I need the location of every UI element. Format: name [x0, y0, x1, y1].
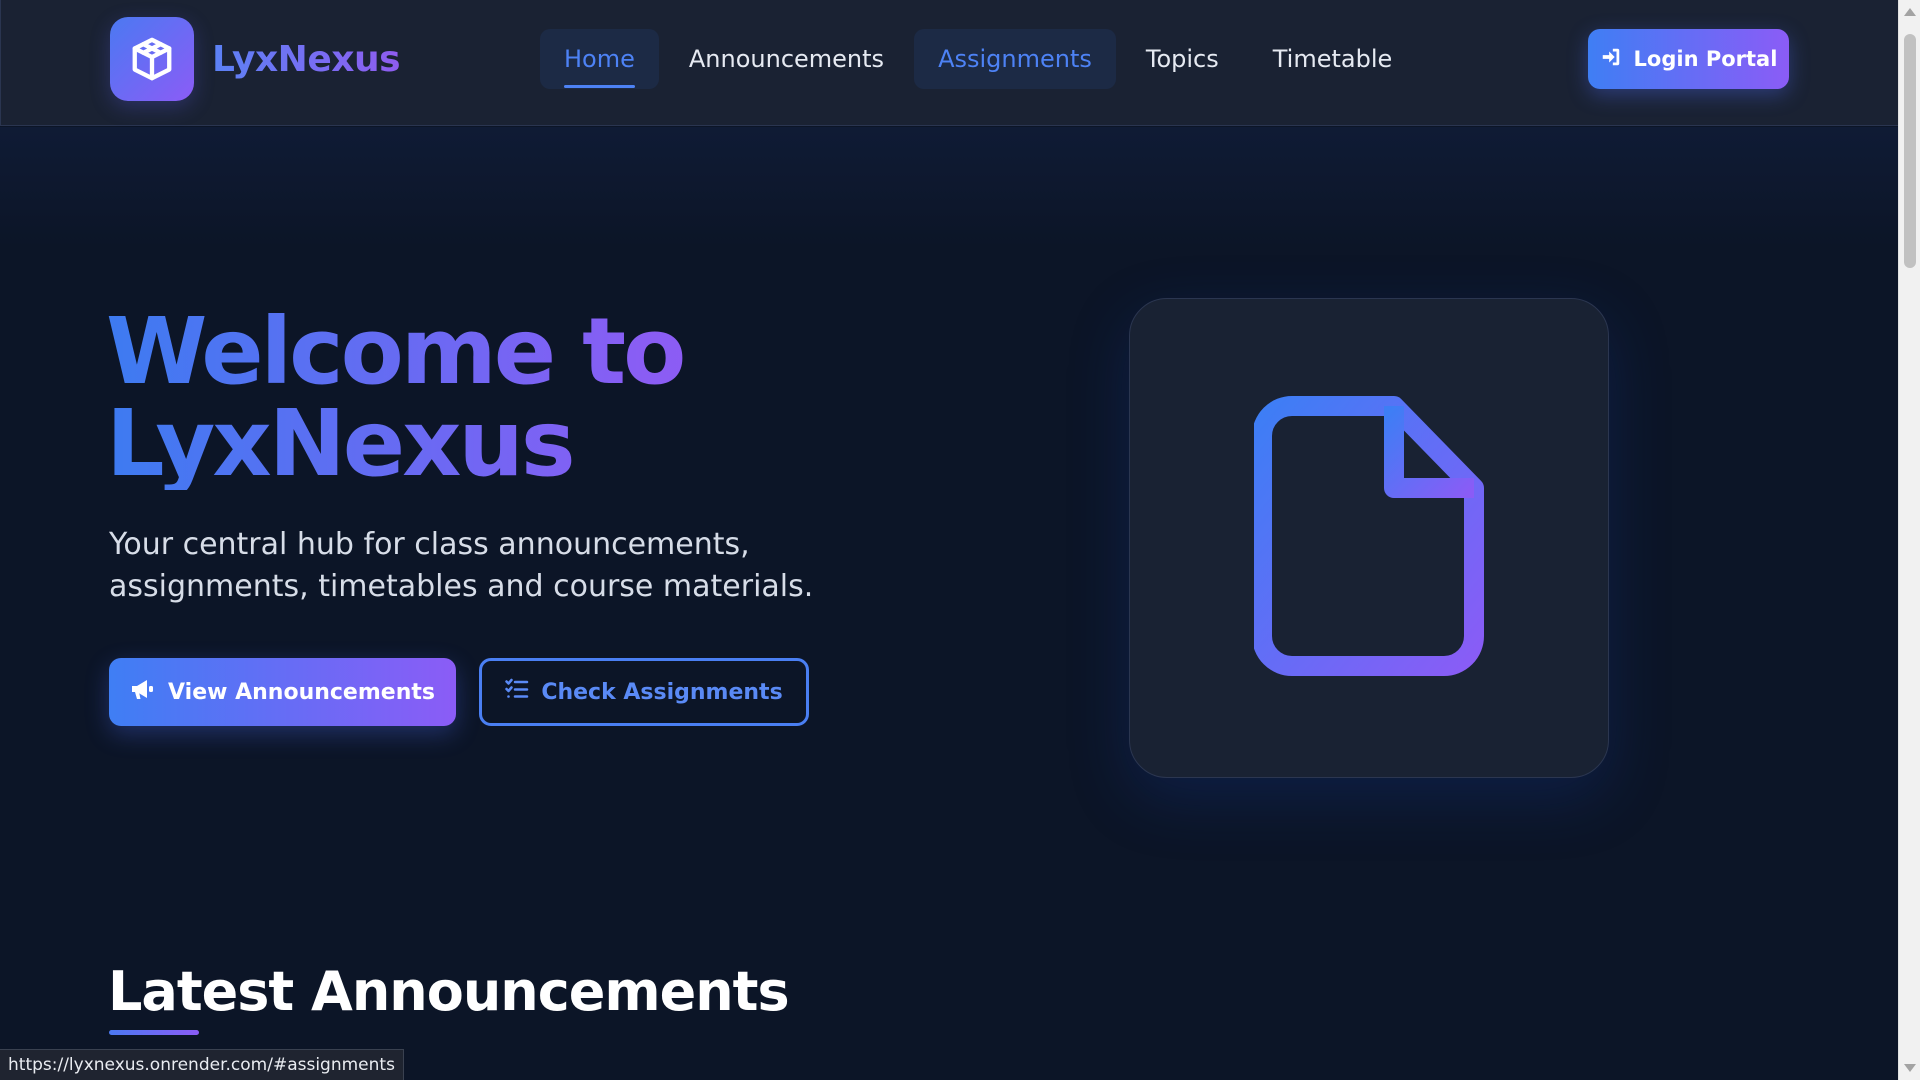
page: LyxNexus Home Announcements Assignments … [0, 0, 1920, 1080]
site-header: LyxNexus Home Announcements Assignments … [0, 0, 1898, 126]
hero-glow [0, 127, 1898, 247]
nav-item-topics[interactable]: Topics [1122, 29, 1243, 89]
vertical-scrollbar[interactable] [1898, 0, 1920, 1080]
list-check-icon [505, 678, 541, 706]
brand[interactable]: LyxNexus [110, 17, 401, 101]
nav-item-announcements[interactable]: Announcements [665, 29, 908, 89]
scroll-down-arrow-icon[interactable] [1904, 1064, 1916, 1072]
scroll-up-arrow-icon[interactable] [1904, 8, 1916, 16]
hero-subtitle: Your central hub for class announcements… [109, 527, 814, 604]
status-bar-url: https://lyxnexus.onrender.com/#assignmen… [0, 1049, 404, 1080]
hero-title-line-1: Welcome to [106, 298, 684, 405]
nav-item-timetable[interactable]: Timetable [1249, 29, 1417, 89]
latest-announcements-heading: Latest Announcements [108, 960, 790, 1023]
brand-name: LyxNexus [212, 38, 401, 80]
nav-item-home[interactable]: Home [540, 29, 659, 89]
main-nav: Home Announcements Assignments Topics Ti… [540, 29, 1422, 89]
view-announcements-button[interactable]: View Announcements [109, 658, 456, 726]
megaphone-icon [130, 677, 168, 707]
check-assignments-label: Check Assignments [541, 679, 783, 705]
hero-title-line-2: LyxNexus [106, 390, 573, 497]
file-icon [1252, 396, 1484, 680]
section-underline [109, 1030, 199, 1035]
nav-item-assignments[interactable]: Assignments [914, 29, 1116, 89]
scrollbar-thumb[interactable] [1904, 34, 1916, 268]
view-announcements-label: View Announcements [168, 679, 435, 705]
sign-in-icon [1600, 46, 1634, 73]
check-assignments-button[interactable]: Check Assignments [479, 658, 809, 726]
login-portal-button[interactable]: Login Portal [1588, 29, 1789, 89]
hero-title: Welcome to LyxNexus [106, 306, 1006, 490]
hero-illustration-card [1129, 298, 1609, 778]
login-portal-label: Login Portal [1633, 47, 1778, 71]
cube-icon [110, 17, 194, 101]
